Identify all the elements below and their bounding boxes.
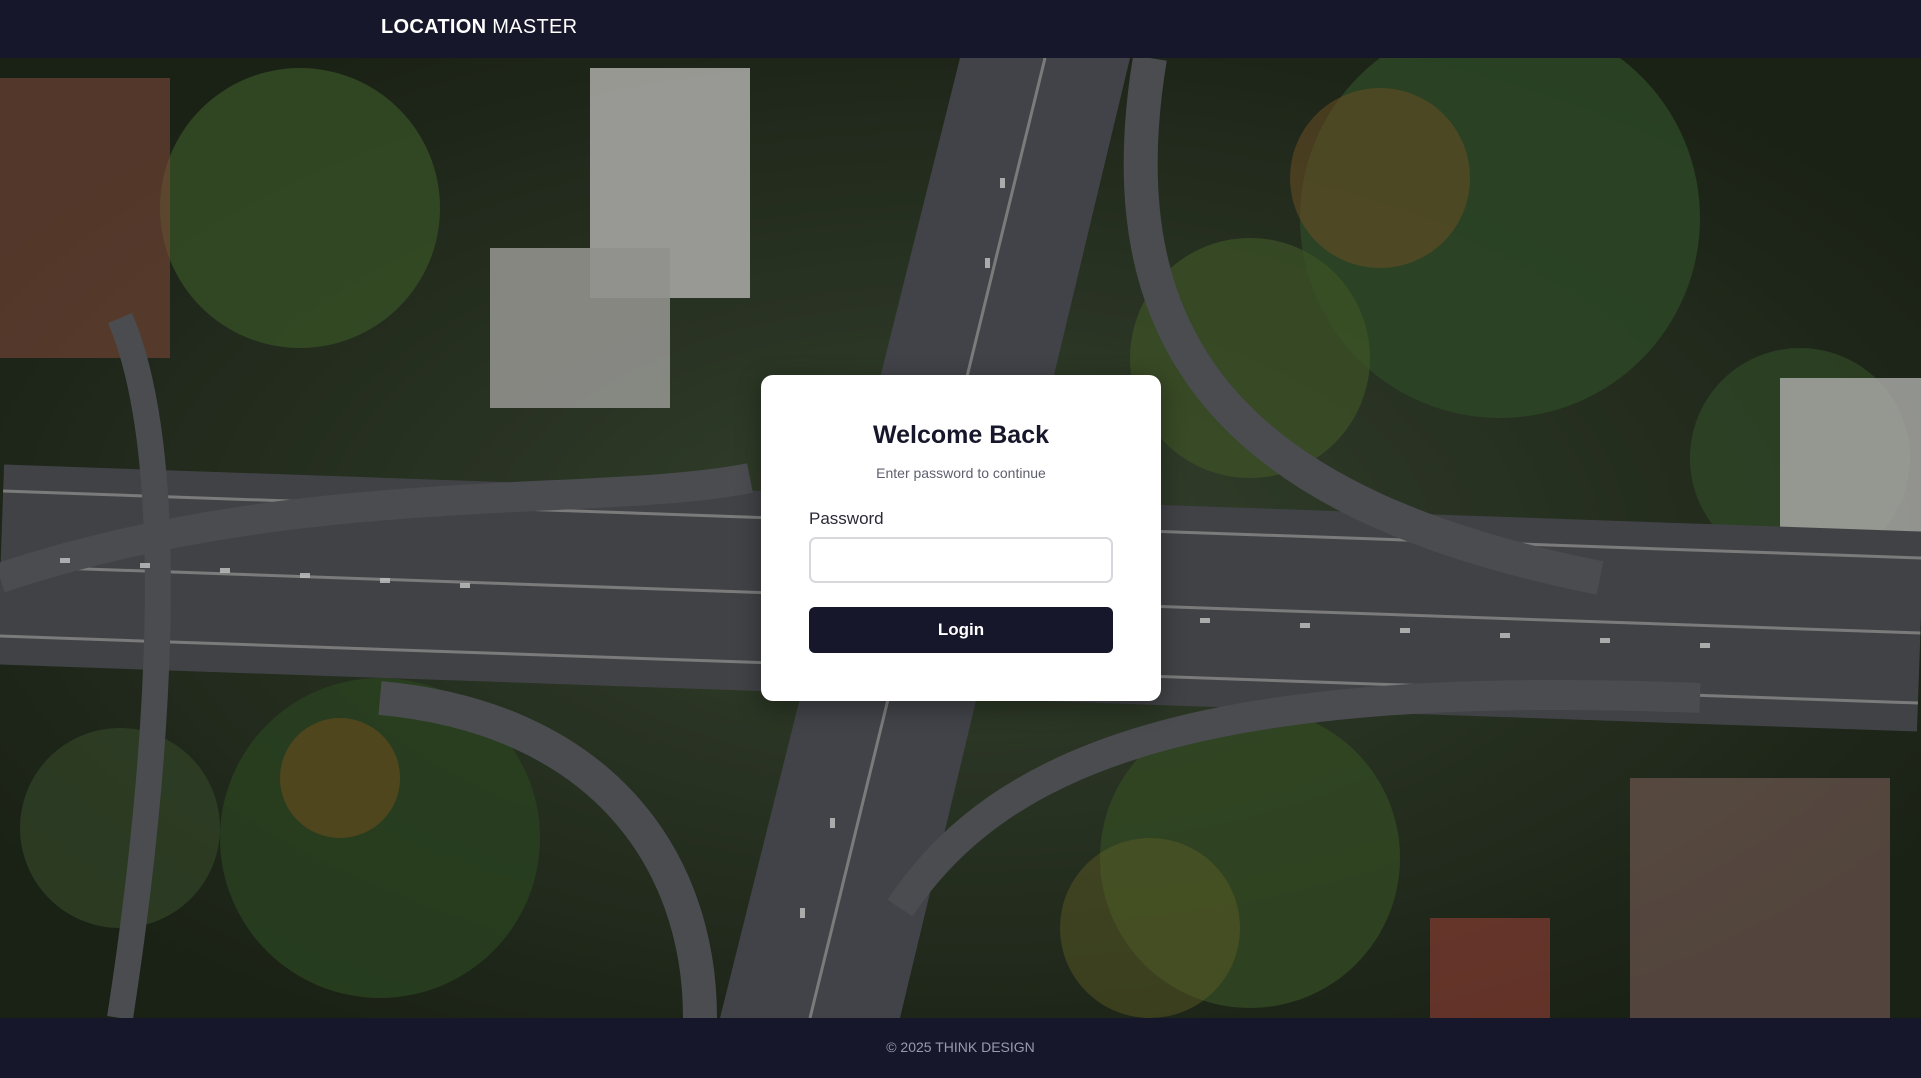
login-title: Welcome Back bbox=[872, 421, 1049, 449]
login-card: Welcome Back Enter password to continue … bbox=[761, 375, 1161, 701]
top-navbar: LOCATION MASTER bbox=[0, 0, 1921, 58]
brand-name-bold: LOCATION bbox=[381, 16, 487, 38]
copyright-text: © 2025 THINK DESIGN bbox=[886, 1039, 1035, 1055]
login-subtitle: Enter password to continue bbox=[876, 465, 1046, 481]
login-button[interactable]: Login bbox=[809, 607, 1113, 653]
brand-name-light: MASTER bbox=[492, 16, 578, 38]
password-input[interactable] bbox=[809, 537, 1113, 583]
password-label: Password bbox=[809, 509, 884, 528]
footer: © 2025 THINK DESIGN bbox=[0, 1018, 1921, 1078]
brand-logo[interactable]: LOCATION MASTER bbox=[381, 16, 577, 39]
